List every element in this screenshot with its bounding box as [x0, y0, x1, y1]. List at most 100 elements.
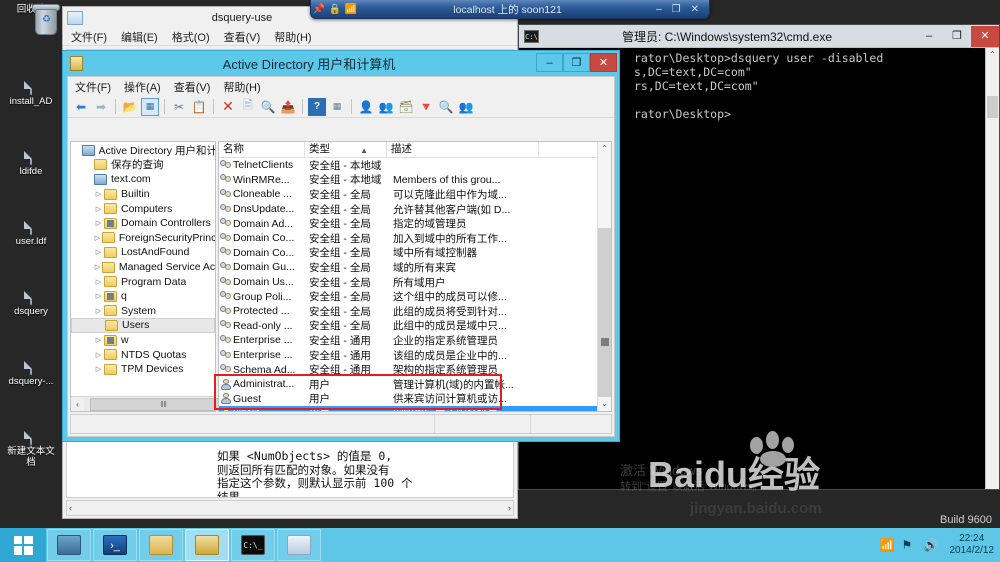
cmd-close-button[interactable]: ✕: [971, 25, 999, 47]
tree-expander-icon[interactable]: ▷: [93, 263, 102, 271]
list-vscrollbar[interactable]: ⌃ ⌄: [597, 142, 611, 411]
add-member-icon[interactable]: 👥: [457, 98, 475, 116]
refresh-icon[interactable]: 🔍: [259, 98, 277, 116]
menu-file[interactable]: 文件(F): [71, 29, 107, 45]
tree-node[interactable]: 保存的查询: [71, 158, 215, 173]
tree-expander-icon[interactable]: ▷: [93, 234, 102, 242]
rdp-connection-bar[interactable]: 📌 🔒 📶 localhost 上的 soon121 – ❐ ✕: [310, 0, 710, 19]
menu-view[interactable]: 查看(V): [174, 79, 211, 95]
desktop-icon-dsquery-use[interactable]: dsquery-...: [0, 361, 62, 387]
tree-node[interactable]: ▷ Builtin: [71, 187, 215, 202]
tree-expander-icon[interactable]: ▷: [93, 351, 104, 359]
aduc-minimize-button[interactable]: –: [536, 53, 563, 72]
back-icon[interactable]: ⬅: [72, 98, 90, 116]
table-row[interactable]: Domain Co... 安全组 - 全局 域中所有域控制器: [219, 246, 611, 261]
column-header-name[interactable]: 名称: [219, 142, 305, 157]
new-user-icon[interactable]: 👤: [357, 98, 375, 116]
menu-help[interactable]: 帮助(H): [223, 79, 260, 95]
tree-expander-icon[interactable]: ▷: [93, 248, 104, 256]
volume-icon[interactable]: 🔊: [924, 538, 939, 553]
tree-node[interactable]: ▷ Computers: [71, 201, 215, 216]
menu-view[interactable]: 查看(V): [224, 29, 261, 45]
table-row[interactable]: Domain Gu... 安全组 - 全局 域的所有来宾: [219, 260, 611, 275]
desktop-icon-recycle-bin[interactable]: ♻ 回收站: [0, 2, 62, 35]
aduc-tree-pane[interactable]: Active Directory 用户和计算机 [s保存的查询text.com▷…: [70, 141, 237, 412]
cmd-vscrollbar[interactable]: ⌃: [985, 48, 999, 489]
rdp-close-button[interactable]: ✕: [691, 4, 699, 15]
tree-node[interactable]: ▷ w: [71, 333, 215, 348]
menu-format[interactable]: 格式(O): [172, 29, 210, 45]
tree-node[interactable]: ▷ q: [71, 289, 215, 304]
tree-node[interactable]: ▷ ForeignSecurityPrincipals: [71, 231, 215, 246]
list-header-row[interactable]: 名称 类型 ▲ 描述: [219, 142, 611, 158]
cmd-scroll-thumb[interactable]: [987, 96, 998, 118]
tree-hscroll-thumb[interactable]: ‖‖: [90, 397, 237, 411]
table-row[interactable]: Domain Co... 安全组 - 全局 加入到域中的所有工作...: [219, 231, 611, 246]
desktop-icon-dsquery[interactable]: dsquery: [0, 291, 62, 317]
tree-node[interactable]: text.com: [71, 172, 215, 187]
export-icon[interactable]: 📤: [279, 98, 297, 116]
cmd-scroll-up-arrow[interactable]: ⌃: [986, 48, 999, 62]
find-icon[interactable]: 🔍: [437, 98, 455, 116]
aduc-window[interactable]: Active Directory 用户和计算机 – ❐ ✕ 文件(F) 操作(A…: [62, 50, 620, 442]
menu-file[interactable]: 文件(F): [75, 79, 111, 95]
notepad-hscrollbar[interactable]: ‹ ›: [66, 500, 514, 516]
table-row[interactable]: krbtgt用户密钥发行中心服务帐户: [219, 406, 611, 411]
taskbar-item-command-prompt[interactable]: C:\_: [231, 529, 275, 561]
menu-help[interactable]: 帮助(H): [274, 29, 311, 45]
cmd-maximize-button[interactable]: ❐: [943, 26, 971, 47]
desktop-icon-user-ldf[interactable]: user.ldf: [0, 221, 62, 247]
cut-icon[interactable]: ✂: [170, 98, 188, 116]
scroll-left-arrow[interactable]: ‹: [69, 503, 72, 513]
table-row[interactable]: TelnetClients 安全组 - 本地域: [219, 158, 611, 173]
rdp-window-buttons[interactable]: – ❐ ✕: [656, 4, 709, 15]
tree-node[interactable]: Active Directory 用户和计算机 [s: [71, 143, 215, 158]
tree-node[interactable]: Users: [71, 318, 215, 333]
taskbar-item-server-manager[interactable]: [47, 529, 91, 561]
desktop-icon-install-ad[interactable]: install_AD: [0, 81, 62, 107]
copy-icon[interactable]: 📋: [190, 98, 208, 116]
table-row[interactable]: Protected ... 安全组 - 全局 此组的成员将受到针对...: [219, 304, 611, 319]
table-row[interactable]: Cloneable ... 安全组 - 全局 可以克隆此组中作为域...: [219, 187, 611, 202]
action-center-icon[interactable]: ⚑: [902, 538, 917, 553]
cmd-window-buttons[interactable]: – ❐ ✕: [915, 25, 999, 47]
list-vscroll-thumb[interactable]: [601, 338, 609, 346]
list-scroll-up-arrow[interactable]: ⌃: [598, 142, 611, 156]
new-group-icon[interactable]: 👥: [377, 98, 395, 116]
tree-expander-icon[interactable]: ▷: [93, 219, 104, 227]
table-row[interactable]: Schema Ad... 安全组 - 通用 架构的指定系统管理员: [219, 362, 611, 377]
notepad-menubar[interactable]: 文件(F) 编辑(E) 格式(O) 查看(V) 帮助(H): [63, 28, 517, 46]
system-tray[interactable]: 📶 ⚑ 🔊 22:24 2014/2/12: [880, 528, 1000, 562]
properties-icon[interactable]: 🖹: [239, 98, 257, 116]
network-icon[interactable]: 📶: [880, 538, 895, 553]
column-header-description[interactable]: 描述: [387, 142, 539, 157]
show-tree-icon[interactable]: ▦: [141, 97, 159, 116]
tree-node[interactable]: ▷ Program Data: [71, 274, 215, 289]
menu-edit[interactable]: 编辑(E): [121, 29, 158, 45]
aduc-toolbar[interactable]: ⬅ ➡ 📂 ▦ ✂ 📋 ✕ 🖹 🔍 📤 ? ▦ 👤 👥 🗃 🔻 🔍 👥: [68, 96, 614, 118]
menu-action[interactable]: 操作(A): [124, 79, 161, 95]
table-row[interactable]: WinRMRe... 安全组 - 本地域 Members of this grou.…: [219, 173, 611, 188]
tree-node[interactable]: ▷ Domain Controllers: [71, 216, 215, 231]
taskbar-item-powershell[interactable]: ›_: [93, 529, 137, 561]
table-row[interactable]: DnsUpdate... 安全组 - 全局 允许替其他客户端(如 D...: [219, 202, 611, 217]
table-row[interactable]: Domain Us... 安全组 - 全局 所有域用户: [219, 275, 611, 290]
desktop-icon-new-text-document[interactable]: 新建文本文 档: [0, 431, 62, 468]
taskbar-item-file-explorer[interactable]: [139, 529, 183, 561]
rdp-minimize-button[interactable]: –: [656, 4, 662, 15]
pin-icon[interactable]: 📌: [311, 4, 327, 15]
forward-icon[interactable]: ➡: [92, 98, 110, 116]
tree-expander-icon[interactable]: ▷: [93, 278, 104, 286]
cmd-titlebar[interactable]: C:\ 管理员: C:\Windows\system32\cmd.exe – ❐…: [519, 25, 999, 48]
tree-expander-icon[interactable]: ▷: [93, 307, 104, 315]
tree-expander-icon[interactable]: ▷: [93, 292, 104, 300]
tree-expander-icon[interactable]: ▷: [93, 336, 104, 344]
console-icon[interactable]: ▦: [328, 98, 346, 116]
help-icon[interactable]: ?: [308, 97, 326, 116]
cmd-minimize-button[interactable]: –: [915, 26, 943, 47]
taskbar-item-notepad-doc[interactable]: [277, 529, 321, 561]
tree-expander-icon[interactable]: ▷: [93, 190, 104, 198]
table-row[interactable]: Enterprise ... 安全组 - 通用 该组的成员是企业中的...: [219, 348, 611, 363]
tree-expander-icon[interactable]: ▷: [93, 365, 104, 373]
tree-node[interactable]: ▷ NTDS Quotas: [71, 347, 215, 362]
